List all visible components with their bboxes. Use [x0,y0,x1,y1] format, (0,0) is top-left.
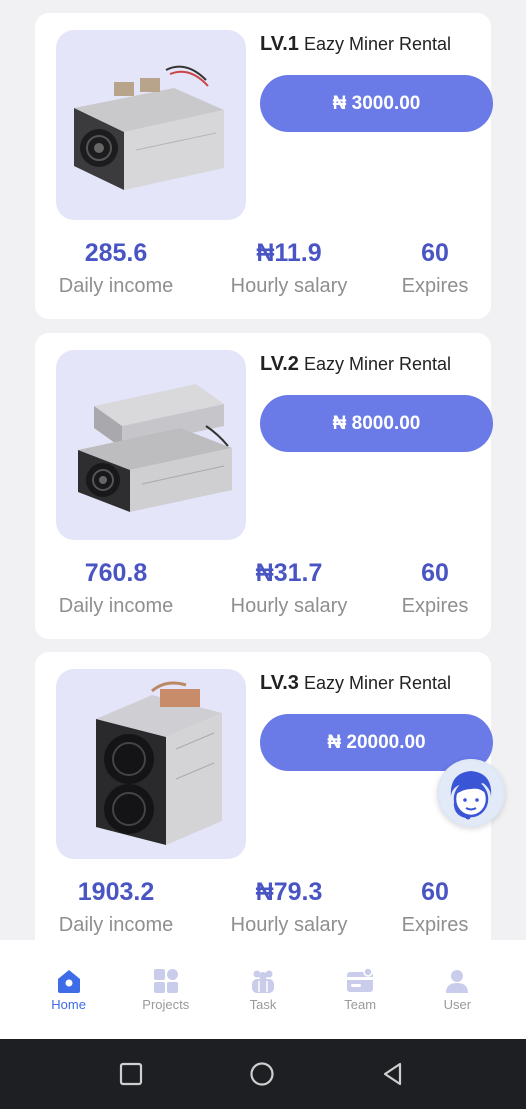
nav-label: User [443,997,472,1012]
expires-value: 60 [421,239,449,267]
user-icon [446,970,469,993]
product-name: Eazy Miner Rental [303,354,451,374]
daily-income-label: Daily income [58,914,174,936]
home-icon [57,970,80,993]
nav-item-projects[interactable]: Projects [126,940,206,1039]
nav-label: Task [249,997,277,1012]
rent-price-button[interactable]: ₦ 8000.00 [260,395,493,452]
home-circle-icon[interactable] [249,1061,275,1087]
miner-image [56,350,246,540]
bottom-nav: Home Projects Task Team User [0,940,526,1039]
hourly-salary-value: ₦31.7 [255,559,323,587]
expires-value: 60 [421,559,449,587]
hourly-salary-stat: ₦11.9 Hourly salary [219,238,359,298]
daily-income-value: 1903.2 [77,878,155,906]
product-title: LV.2 Eazy Miner Rental [260,353,451,376]
customer-support-button[interactable] [437,759,505,827]
people-icon [251,970,274,993]
nav-label: Home [51,997,86,1012]
product-name: Eazy Miner Rental [303,673,451,693]
nav-item-team[interactable]: Team [320,940,400,1039]
nav-item-user[interactable]: User [417,940,497,1039]
grid-icon [153,969,178,993]
daily-income-stat: 760.8 Daily income [49,558,183,618]
nav-item-home[interactable]: Home [29,940,109,1039]
expires-label: Expires [401,275,469,297]
back-triangle-icon[interactable] [380,1061,406,1087]
expires-label: Expires [401,914,469,936]
hourly-salary-stat: ₦79.3 Hourly salary [219,877,359,937]
expires-stat: 60 Expires [395,877,475,937]
expires-label: Expires [401,595,469,617]
daily-income-stat: 1903.2 Daily income [49,877,183,937]
hourly-salary-value: ₦11.9 [256,239,322,267]
level-label: LV.1 [260,33,299,55]
product-name: Eazy Miner Rental [303,34,451,54]
daily-income-value: 760.8 [84,559,148,587]
daily-income-label: Daily income [58,275,174,297]
product-card-lv2[interactable]: LV.2 Eazy Miner Rental ₦ 8000.00 760.8 D… [35,333,493,639]
expires-stat: 60 Expires [395,238,475,298]
system-nav-bar [0,1039,526,1109]
miner-image [56,669,246,859]
hourly-salary-label: Hourly salary [230,595,348,617]
expires-stat: 60 Expires [395,558,475,618]
nav-label: Team [344,997,377,1012]
hourly-salary-stat: ₦31.7 Hourly salary [219,558,359,618]
card-icon [347,967,374,992]
recent-apps-icon[interactable] [118,1061,144,1087]
level-label: LV.2 [260,353,299,375]
nav-label: Projects [142,997,190,1012]
product-title: LV.1 Eazy Miner Rental [260,33,451,56]
daily-income-label: Daily income [58,595,174,617]
product-card-lv3[interactable]: LV.3 Eazy Miner Rental ₦ 20000.00 1903.2… [35,652,493,940]
expires-value: 60 [421,878,449,906]
hourly-salary-value: ₦79.3 [255,878,323,906]
level-label: LV.3 [260,672,299,694]
hourly-salary-label: Hourly salary [230,275,348,297]
hourly-salary-label: Hourly salary [230,914,348,936]
support-agent-icon [439,761,503,825]
daily-income-value: 285.6 [84,239,148,267]
miner-image [56,30,246,220]
product-title: LV.3 Eazy Miner Rental [260,672,451,695]
product-card-lv1[interactable]: LV.1 Eazy Miner Rental ₦ 3000.00 285.6 D… [35,13,493,319]
daily-income-stat: 285.6 Daily income [49,238,183,298]
nav-item-task[interactable]: Task [223,940,303,1039]
rent-price-button[interactable]: ₦ 3000.00 [260,75,493,132]
